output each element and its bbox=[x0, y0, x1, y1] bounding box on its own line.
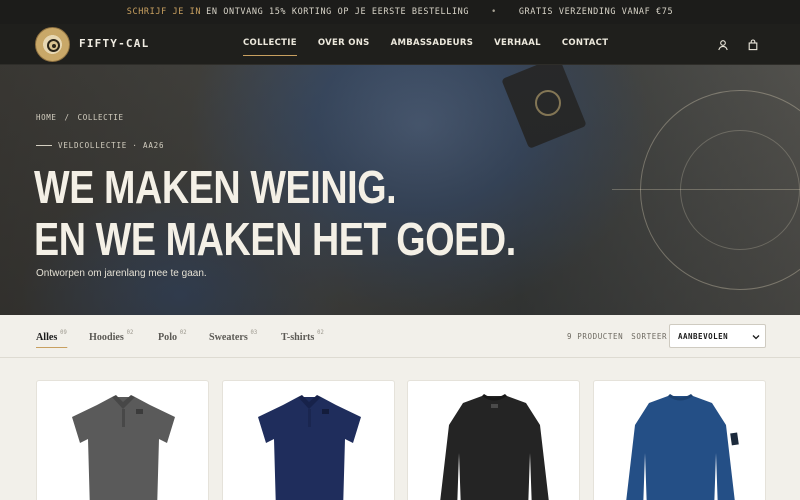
site-header: FIFTY-CAL COLLECTIE OVER ONS AMBASSADEUR… bbox=[0, 24, 800, 65]
tab-polo[interactable]: Polo 02 bbox=[158, 329, 187, 349]
nav-collectie[interactable]: COLLECTIE bbox=[243, 38, 297, 64]
tab-sweaters[interactable]: Sweaters 03 bbox=[209, 329, 257, 349]
tab-t-shirts[interactable]: T-shirts 02 bbox=[281, 329, 324, 349]
product-card[interactable] bbox=[36, 380, 209, 500]
breadcrumb: HOME / COLLECTIE bbox=[36, 113, 124, 122]
user-icon[interactable] bbox=[717, 38, 729, 51]
filter-bar: Alles 09 Hoodies 02 Polo 02 Sweaters 03 T-sh… bbox=[0, 315, 800, 358]
main-nav: COLLECTIE OVER ONS AMBASSADEURS VERHAAL … bbox=[243, 38, 629, 64]
nav-contact[interactable]: CONTACT bbox=[562, 38, 608, 64]
sort-select[interactable]: AANBEVOLEN bbox=[669, 324, 766, 348]
hero-subtitle: Ontworpen om jarenlang mee te gaan. bbox=[36, 268, 207, 279]
page-title: WE MAKEN WEINIG. EN WE MAKEN HET GOED. bbox=[34, 161, 516, 265]
product-card[interactable] bbox=[593, 380, 766, 500]
sort-value: AANBEVOLEN bbox=[678, 331, 729, 341]
chevron-down-icon bbox=[752, 333, 760, 342]
breadcrumb-home[interactable]: HOME bbox=[36, 113, 56, 122]
product-image-sweater-blue bbox=[626, 394, 739, 500]
hero-banner: HOME / COLLECTIE VELDCOLLECTIE · AA26 WE… bbox=[0, 65, 800, 315]
brand-logo[interactable] bbox=[35, 27, 70, 62]
tab-alles[interactable]: Alles 09 bbox=[36, 329, 68, 349]
nav-verhaal[interactable]: VERHAAL bbox=[494, 38, 541, 64]
signup-link[interactable]: SCHRIJF JE IN bbox=[127, 7, 201, 17]
brand-name[interactable]: FIFTY-CAL bbox=[79, 37, 149, 50]
headline-line-2: EN WE MAKEN HET GOED. bbox=[34, 213, 516, 265]
product-image-sweater-black bbox=[440, 394, 549, 500]
product-image-polo-navy bbox=[258, 395, 361, 500]
nav-over-ons[interactable]: OVER ONS bbox=[318, 38, 370, 64]
breadcrumb-separator: / bbox=[64, 113, 70, 122]
product-count-text: 9 PRODUCTEN bbox=[567, 332, 624, 341]
announcement-separator: • bbox=[491, 7, 497, 17]
logo-target-icon bbox=[47, 39, 60, 52]
breadcrumb-current: COLLECTIE bbox=[77, 113, 124, 122]
product-image-polo-grey bbox=[72, 395, 175, 500]
nav-ambassadeurs[interactable]: AMBASSADEURS bbox=[391, 38, 474, 64]
bag-icon[interactable] bbox=[747, 38, 759, 51]
product-card[interactable] bbox=[222, 380, 395, 500]
product-card[interactable] bbox=[407, 380, 580, 500]
category-tabs: Alles 09 Hoodies 02 Polo 02 Sweaters 03 T-sh… bbox=[36, 329, 348, 349]
shipping-text: GRATIS VERZENDING VANAF €75 bbox=[518, 7, 674, 17]
tab-hoodies[interactable]: Hoodies 02 bbox=[89, 329, 133, 349]
announcement-text: EN ONTVANG 15% KORTING OP JE EERSTE BEST… bbox=[206, 7, 470, 17]
collection-eyebrow: VELDCOLLECTIE · AA26 bbox=[36, 141, 164, 150]
sort-label: SORTEER bbox=[631, 332, 668, 341]
product-count: 9 PRODUCTEN SORTEER bbox=[567, 332, 667, 341]
eyebrow-text: VELDCOLLECTIE · AA26 bbox=[58, 141, 165, 150]
headline-line-1: WE MAKEN WEINIG. bbox=[34, 161, 397, 213]
announcement-bar: SCHRIJF JE IN EN ONTVANG 15% KORTING OP … bbox=[0, 0, 800, 24]
